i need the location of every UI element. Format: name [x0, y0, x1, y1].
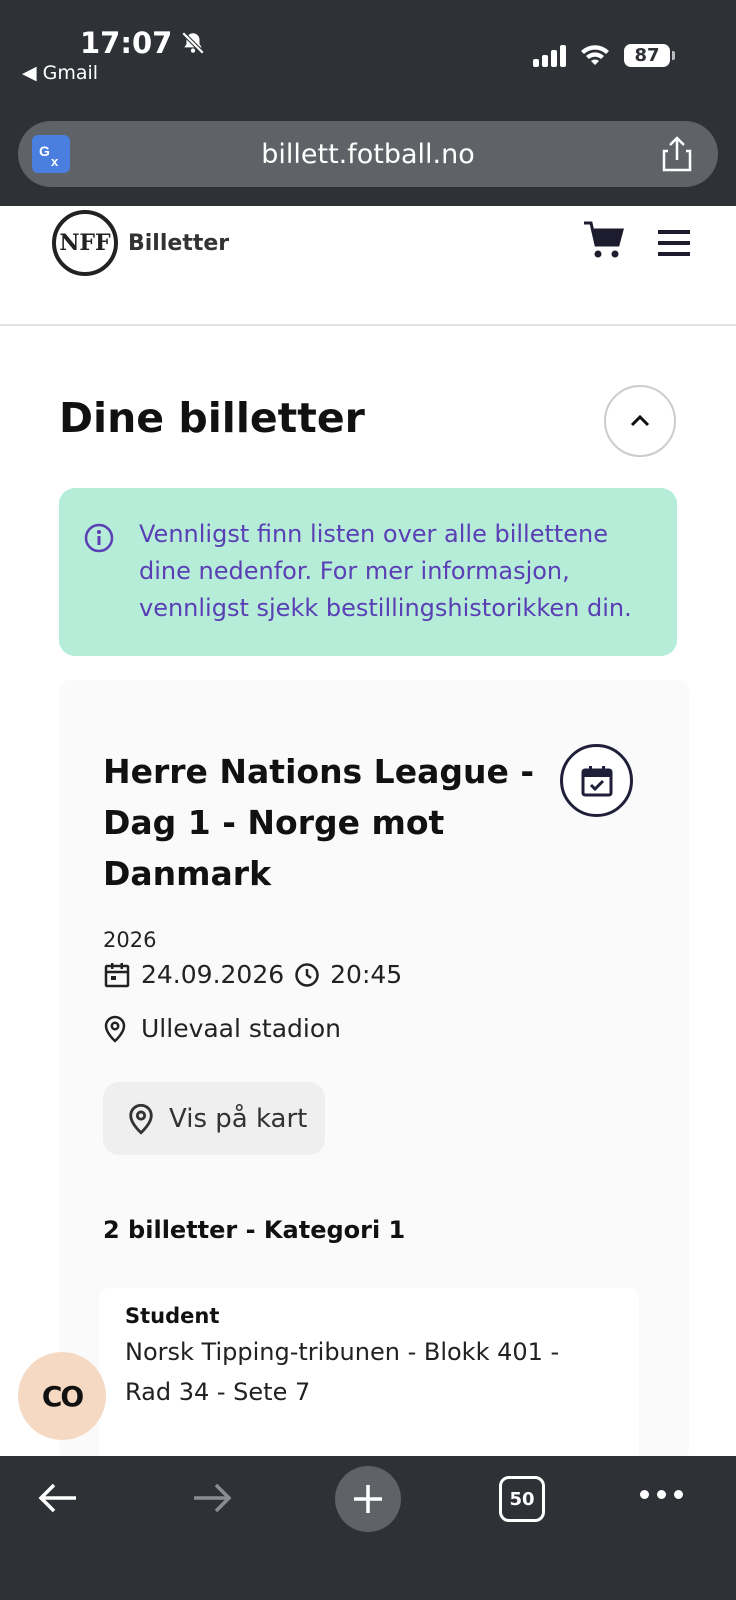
status-time: 17:07: [80, 26, 206, 60]
page-title: Dine billetter: [59, 394, 365, 442]
clock-icon: [295, 962, 319, 987]
browser-bottom-bar: 50: [0, 1456, 736, 1600]
back-to-app-link[interactable]: ◀ Gmail: [22, 62, 98, 84]
back-triangle-icon: ◀: [22, 62, 37, 84]
ticket-seat: Norsk Tipping-tribunen - Blokk 401 - Rad…: [125, 1338, 560, 1406]
cart-icon[interactable]: [582, 220, 624, 264]
chevron-up-icon: [630, 414, 650, 427]
forward-arrow-icon[interactable]: [190, 1478, 234, 1522]
status-time-text: 17:07: [80, 26, 173, 60]
site-header: NFF Billetter: [0, 206, 736, 326]
ticket-summary: 2 billetter - Kategori 1: [103, 1216, 406, 1244]
info-icon: [83, 522, 115, 558]
translate-icon[interactable]: Gx: [32, 135, 70, 173]
nff-logo[interactable]: NFF Billetter: [52, 210, 229, 276]
logo-text: Billetter: [128, 230, 230, 256]
share-icon[interactable]: [660, 135, 694, 177]
url-bar[interactable]: Gx billett.fotball.no: [18, 121, 718, 187]
event-datetime: 24.09.2026 20:45: [103, 960, 402, 989]
url-text: billett.fotball.no: [261, 138, 475, 170]
plus-icon: [354, 1485, 382, 1513]
ticket-type: Student: [125, 1304, 220, 1328]
add-to-calendar-button[interactable]: [560, 744, 633, 817]
location-pin-icon: [129, 1103, 153, 1135]
event-title: Herre Nations League - Dag 1 - Norge mot…: [103, 752, 535, 893]
info-text: Vennligst finn listen over alle billette…: [139, 520, 632, 622]
ticket-item: Student Norsk Tipping-tribunen - Blokk 4…: [99, 1288, 639, 1468]
bell-slash-icon: [182, 31, 205, 55]
floating-co-button[interactable]: CO: [18, 1352, 106, 1440]
browser-top-chrome: 17:07 ◀ Gmail 87 Gx billett.fotball.no: [0, 0, 736, 206]
calendar-icon: [104, 962, 130, 987]
tabs-count-button[interactable]: 50: [499, 1476, 545, 1522]
show-on-map-label: Vis på kart: [169, 1103, 308, 1134]
show-on-map-button[interactable]: Vis på kart: [103, 1082, 325, 1155]
svg-text:x: x: [51, 154, 59, 169]
svg-text:G: G: [39, 143, 50, 159]
back-arrow-icon[interactable]: [36, 1478, 80, 1522]
event-date: 24.09.2026: [141, 960, 285, 989]
logo-mark: NFF: [52, 210, 118, 276]
signal-icon: [533, 44, 566, 67]
event-time: 20:45: [330, 960, 403, 989]
status-indicators: 87: [533, 44, 675, 67]
more-options-icon[interactable]: [640, 1490, 683, 1499]
event-location: Ullevaal stadion: [103, 1014, 341, 1043]
event-location-name: Ullevaal stadion: [141, 1014, 341, 1043]
new-tab-button[interactable]: [335, 1466, 401, 1532]
hamburger-menu-icon[interactable]: [656, 228, 692, 262]
event-year: 2026: [103, 928, 157, 952]
back-app-label: Gmail: [42, 62, 99, 84]
wifi-icon: [581, 44, 609, 65]
battery-indicator: 87: [624, 44, 675, 67]
collapse-button[interactable]: [604, 385, 676, 457]
location-pin-icon: [104, 1015, 126, 1043]
info-banner: Vennligst finn listen over alle billette…: [59, 488, 677, 656]
calendar-check-icon: [581, 765, 612, 796]
event-card: Herre Nations League - Dag 1 - Norge mot…: [59, 680, 689, 1468]
